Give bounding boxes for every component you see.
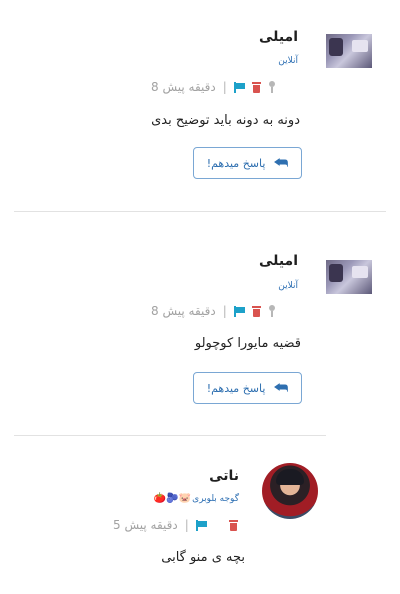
avatar[interactable] bbox=[262, 463, 318, 519]
reply-button[interactable]: ⮪ پاسخ میدهم! bbox=[193, 147, 302, 179]
trash-icon[interactable] bbox=[228, 519, 238, 531]
meta-separator: | bbox=[222, 80, 227, 94]
divider bbox=[14, 435, 326, 436]
comment-time: 8 دقیقه پیش bbox=[151, 80, 216, 94]
comment-time: 5 دقیقه پیش bbox=[113, 518, 178, 532]
reply-arrow-icon: ⮪ bbox=[273, 378, 289, 397]
reply-button-label: پاسخ میدهم! bbox=[206, 381, 266, 395]
avatar[interactable] bbox=[326, 34, 372, 68]
pin-icon[interactable] bbox=[268, 81, 276, 93]
comment-author[interactable]: امیلی bbox=[259, 29, 298, 45]
comment-time: 8 دقیقه پیش bbox=[151, 304, 216, 318]
avatar[interactable] bbox=[326, 260, 372, 294]
comment-author[interactable]: امیلی bbox=[259, 253, 298, 269]
reply-button[interactable]: ⮪ پاسخ میدهم! bbox=[193, 372, 302, 404]
trash-icon[interactable] bbox=[251, 305, 261, 317]
divider bbox=[14, 211, 386, 212]
user-status-row: گوجه بلوبری 🍅🫐🐷 bbox=[154, 493, 239, 504]
comment-text: قضیه مایورا کوچولو bbox=[194, 336, 301, 351]
comment-text: بچه ی منو گابی bbox=[161, 550, 245, 565]
comment-meta: 8 دقیقه پیش | bbox=[151, 304, 276, 318]
reply-arrow-icon: ⮪ bbox=[273, 153, 289, 172]
comment-text: دونه به دونه باید توضیح بدی bbox=[151, 113, 300, 128]
meta-separator: | bbox=[222, 304, 227, 318]
user-status: گوجه بلوبری bbox=[192, 493, 239, 504]
status-badges: 🍅🫐🐷 bbox=[153, 493, 192, 504]
user-status: آنلاین bbox=[278, 56, 298, 66]
flag-icon[interactable] bbox=[233, 305, 245, 317]
flag-icon[interactable] bbox=[233, 81, 245, 93]
comment-author[interactable]: ناتی bbox=[209, 468, 239, 484]
meta-separator: | bbox=[184, 518, 189, 532]
reply-button-label: پاسخ میدهم! bbox=[206, 156, 266, 170]
comment-meta: 5 دقیقه پیش | bbox=[113, 518, 238, 532]
flag-icon[interactable] bbox=[195, 519, 207, 531]
trash-icon[interactable] bbox=[251, 81, 261, 93]
user-status: آنلاین bbox=[278, 281, 298, 291]
comment-meta: 8 دقیقه پیش | bbox=[151, 80, 276, 94]
pin-icon[interactable] bbox=[268, 305, 276, 317]
